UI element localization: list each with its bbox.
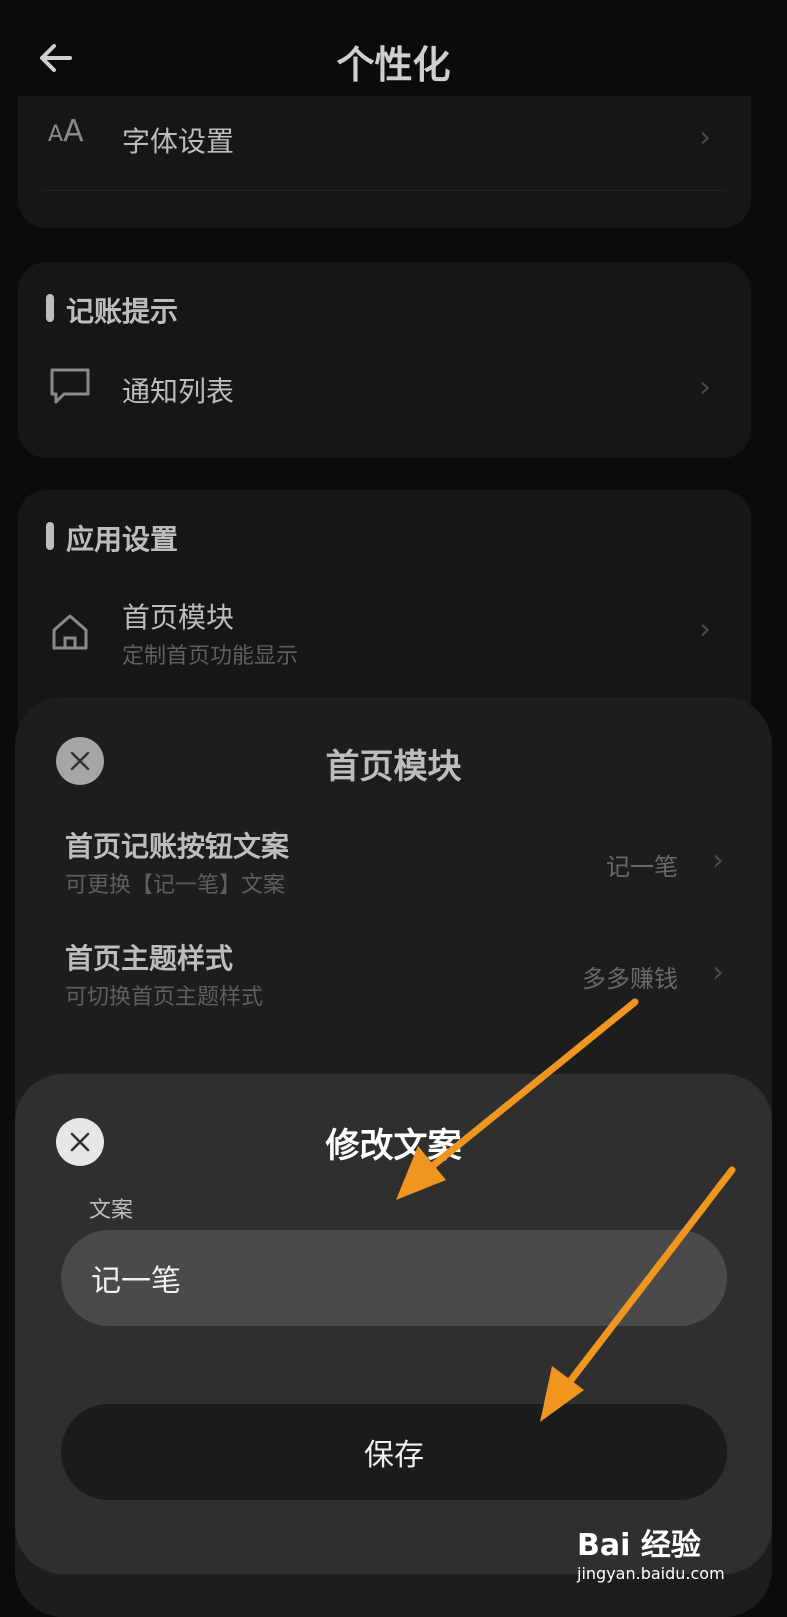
- row-label: 首页主题样式: [65, 942, 234, 975]
- chevron-right-icon: ›: [699, 370, 711, 405]
- row-value: 记一笔: [606, 853, 678, 881]
- row-subtitle: 可切换首页主题样式: [65, 985, 264, 1010]
- home-module-label: 首页模块: [122, 601, 235, 634]
- home-icon: [52, 614, 88, 650]
- text-input[interactable]: [61, 1230, 727, 1326]
- section-marker: [46, 522, 54, 550]
- save-button[interactable]: 保存: [61, 1404, 727, 1500]
- row-subtitle: 可更换【记一笔】文案: [65, 873, 286, 898]
- row-label: 首页记账按钮文案: [65, 830, 290, 863]
- reminder-card: 记账提示 通知列表 ›: [18, 262, 751, 458]
- chevron-right-icon: ›: [712, 955, 724, 990]
- chat-bubble-icon: [50, 368, 90, 404]
- sheet-title: 修改文案: [325, 1126, 462, 1166]
- chevron-right-icon: ›: [699, 120, 711, 155]
- chevron-right-icon: ›: [712, 843, 724, 878]
- home-module-row[interactable]: 首页模块 定制首页功能显示 ›: [18, 590, 751, 680]
- notification-list-label: 通知列表: [122, 375, 235, 408]
- chevron-right-icon: ›: [699, 612, 711, 647]
- watermark-brand: Bai 经验: [577, 1528, 701, 1563]
- row-value: 多多赚钱: [582, 965, 678, 993]
- edit-text-sheet: 修改文案 文案 保存: [15, 1074, 772, 1574]
- home-theme-row[interactable]: 首页主题样式 可切换首页主题样式 多多赚钱 ›: [15, 937, 772, 1027]
- notification-list-row[interactable]: 通知列表 ›: [18, 352, 751, 442]
- home-button-text-row[interactable]: 首页记账按钮文案 可更换【记一笔】文案 记一笔 ›: [15, 823, 772, 913]
- home-module-subtitle: 定制首页功能显示: [122, 644, 299, 669]
- sheet-title: 首页模块: [325, 747, 462, 787]
- section-title: 记账提示: [66, 295, 179, 328]
- field-label: 文案: [89, 1198, 134, 1223]
- font-settings-label: 字体设置: [122, 125, 235, 158]
- divider: [44, 190, 726, 191]
- page-title: 个性化: [336, 43, 451, 87]
- section-title: 应用设置: [66, 523, 179, 556]
- font-size-icon: AA: [48, 114, 84, 149]
- font-settings-card: AA 字体设置 ›: [18, 96, 751, 228]
- font-settings-row[interactable]: AA 字体设置 ›: [18, 96, 751, 186]
- watermark-url: jingyan.baidu.com: [577, 1564, 725, 1583]
- section-marker: [46, 294, 54, 322]
- watermark: Bai 经验 jingyan.baidu.com: [577, 1520, 747, 1590]
